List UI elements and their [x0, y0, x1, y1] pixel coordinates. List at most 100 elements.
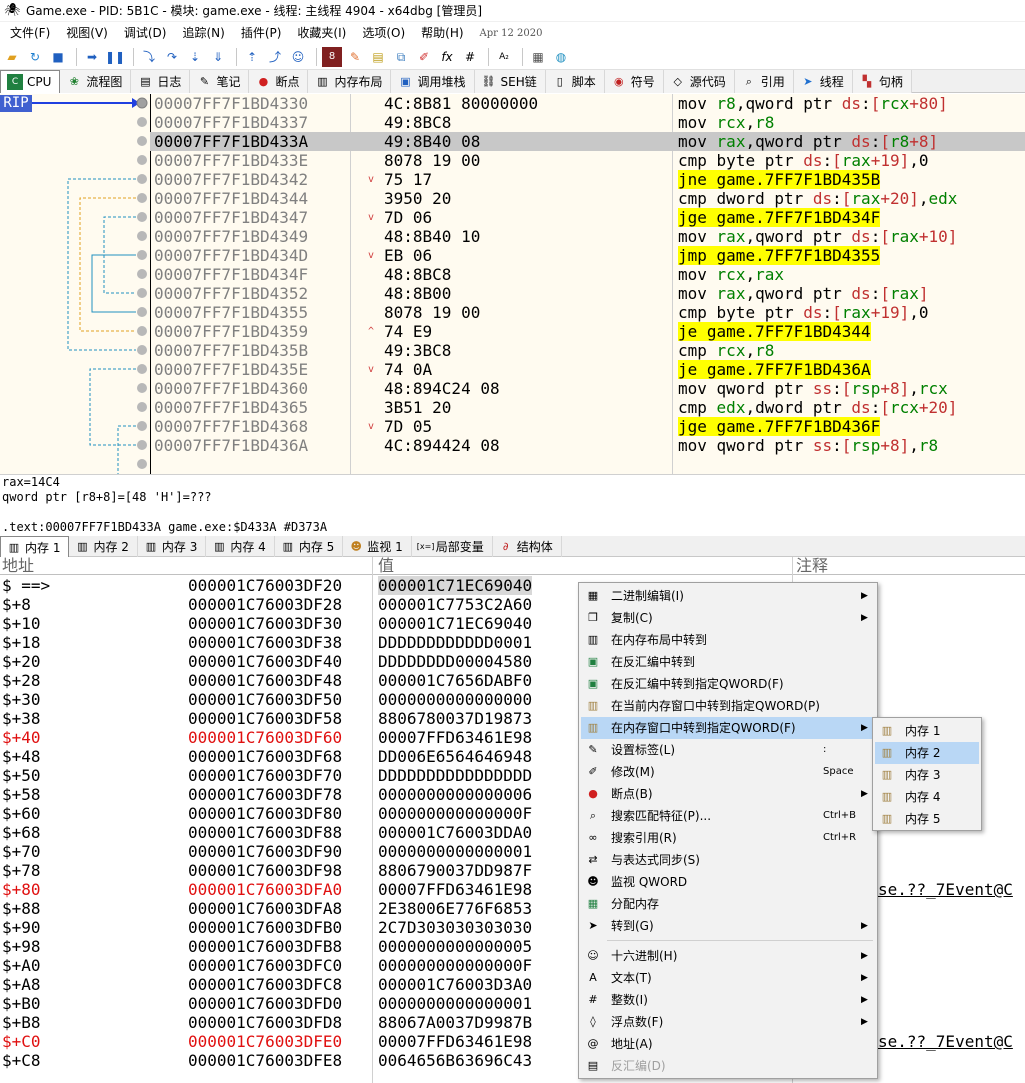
tab-memory-1[interactable]: ▥ 内存 1 — [0, 536, 70, 557]
restart-icon[interactable]: ↻ — [25, 47, 45, 67]
context-menu-item[interactable]: ▥ 在当前内存窗口中转到指定QWORD(P) — [581, 695, 875, 717]
disasm-row[interactable]: 00007FF7F1BD4368 v 7D 05 jge game.7FF7F1BD4… — [150, 417, 1025, 436]
tab-cpu[interactable]: C CPU — [0, 70, 61, 93]
disasm-row[interactable]: 00007FF7F1BD4349 48:8B40 10 mov rax,qword … — [150, 227, 1025, 246]
menu-bar: 文件(F) 视图(V) 调试(D) 追踪(N) 插件(P) 收藏夹(I) 选项(… — [0, 22, 1025, 44]
tab-callstack[interactable]: ▣ 调用堆栈 — [391, 70, 475, 93]
context-menu-item[interactable]: ▥ 在内存窗口中转到指定QWORD(F) ▶ — [581, 717, 875, 739]
disasm-row[interactable]: 00007FF7F1BD436A 4C:894424 08 mov qword pt… — [150, 436, 1025, 455]
tab-locals[interactable]: [x=] 局部变量 — [412, 536, 493, 557]
tab-references[interactable]: ⌕ 引用 — [734, 70, 794, 93]
disasm-row[interactable]: 00007FF7F1BD4365 3B51 20 cmp edx,dword ptr… — [150, 398, 1025, 417]
calculator-icon[interactable]: ▦ — [528, 47, 548, 67]
disasm-row[interactable]: 00007FF7F1BD4337 49:8BC8 mov rcx,r8 — [150, 113, 1025, 132]
tab-graph[interactable]: ❀ 流程图 — [60, 70, 132, 93]
disasm-row[interactable]: 00007FF7F1BD434D v EB 06 jmp game.7FF7F1BD4… — [150, 246, 1025, 265]
menu-help[interactable]: 帮助(H) — [413, 22, 471, 44]
submenu-item[interactable]: ▥ 内存 3 — [875, 764, 979, 786]
tab-script[interactable]: ▯ 脚本 — [545, 70, 605, 93]
menu-plugins[interactable]: 插件(P) — [233, 22, 290, 44]
submenu-item[interactable]: ▥ 内存 2 — [875, 742, 979, 764]
submenu-item[interactable]: ▥ 内存 4 — [875, 786, 979, 808]
disasm-row[interactable]: 00007FF7F1BD4344 3950 20 cmp dword ptr ds:… — [150, 189, 1025, 208]
context-menu-item[interactable]: ∞ 搜索引用(R) Ctrl+R — [581, 827, 875, 849]
disasm-row[interactable]: 00007FF7F1BD435B 49:3BC8 cmp rcx,r8 — [150, 341, 1025, 360]
tab-memory-4[interactable]: ▥ 内存 4 — [206, 536, 275, 557]
tab-handles[interactable]: ▚ 句柄 — [852, 70, 912, 93]
disasm-row[interactable]: 00007FF7F1BD435E v 74 0A je game.7FF7F1BD43… — [150, 360, 1025, 379]
context-menu-item[interactable]: ▦ 二进制编辑(I) ▶ — [581, 585, 875, 607]
disasm-row[interactable]: 00007FF7F1BD4342 v 75 17 jne game.7FF7F1BD4… — [150, 170, 1025, 189]
step-into-icon[interactable]: ⤵ — [139, 47, 159, 67]
context-menu-item[interactable]: ▣ 在反汇编中转到指定QWORD(F) — [581, 673, 875, 695]
memory-icon: ▥ — [881, 812, 893, 825]
disassembly-view[interactable]: RIP 00007FF7F1BD4330 4C:8B81 80000000 mov … — [0, 94, 1025, 474]
disasm-row[interactable]: 00007FF7F1BD433E 8078 19 00 cmp byte ptr d… — [150, 151, 1025, 170]
context-menu-item[interactable]: ▣ 在反汇编中转到 — [581, 651, 875, 673]
context-menu-item[interactable]: ✐ 修改(M) Space — [581, 761, 875, 783]
context-menu-item[interactable]: A 文本(T) ▶ — [581, 967, 875, 989]
strings-icon[interactable]: A₂ — [494, 47, 514, 67]
disasm-row[interactable]: 00007FF7F1BD4347 v 7D 06 jge game.7FF7F1BD4… — [150, 208, 1025, 227]
disasm-row[interactable]: 00007FF7F1BD434F 48:8BC8 mov rcx,rax — [150, 265, 1025, 284]
tab-breakpoints[interactable]: ● 断点 — [249, 70, 309, 93]
menu-file[interactable]: 文件(F) — [2, 22, 58, 44]
tab-memory-2[interactable]: ▥ 内存 2 — [69, 536, 138, 557]
tab-threads[interactable]: ➤ 线程 — [793, 70, 853, 93]
menu-debug[interactable]: 调试(D) — [116, 22, 175, 44]
context-menu-item[interactable]: ➤ 转到(G) ▶ — [581, 915, 875, 937]
context-menu-item[interactable]: ✎ 设置标签(L): — [581, 739, 875, 761]
step-over-icon[interactable]: ↷ — [162, 47, 182, 67]
menu-view[interactable]: 视图(V) — [58, 22, 116, 44]
context-menu-item[interactable]: ❐ 复制(C) ▶ — [581, 607, 875, 629]
tab-seh[interactable]: ⛓ SEH链 — [474, 70, 546, 93]
stop-icon[interactable]: ■ — [48, 47, 68, 67]
bookmark-icon[interactable]: ✐ — [414, 47, 434, 67]
tab-struct[interactable]: ∂ 结构体 — [493, 536, 562, 557]
trace-into-icon[interactable]: ⇣ — [185, 47, 205, 67]
context-menu-item[interactable]: @ 地址(A) — [581, 1033, 875, 1055]
globe-icon[interactable]: ◍ — [551, 47, 571, 67]
execute-till-return-icon[interactable]: ⇡ — [242, 47, 262, 67]
tab-memory-map[interactable]: ▥ 内存布局 — [308, 70, 392, 93]
submenu-item[interactable]: ▥ 内存 1 — [875, 720, 979, 742]
run-icon[interactable]: ➡ — [82, 47, 102, 67]
trace-over-icon[interactable]: ⇓ — [208, 47, 228, 67]
patch-icon[interactable]: ✎ — [345, 47, 365, 67]
disasm-row[interactable]: 00007FF7F1BD4355 8078 19 00 cmp byte ptr d… — [150, 303, 1025, 322]
open-icon[interactable]: ▰ — [2, 47, 22, 67]
disasm-row[interactable]: 00007FF7F1BD4360 48:894C24 08 mov qword pt… — [150, 379, 1025, 398]
scylla-icon[interactable]: 8 — [322, 46, 342, 67]
disasm-row[interactable]: 00007FF7F1BD4330 4C:8B81 80000000 mov r8,q… — [150, 94, 1025, 113]
tab-watch-1[interactable]: ☻ 监视 1 — [343, 536, 412, 557]
context-menu-item[interactable]: # 整数(I) ▶ — [581, 989, 875, 1011]
tab-notes[interactable]: ✎ 笔记 — [190, 70, 250, 93]
context-menu-item[interactable]: ● 断点(B) ▶ — [581, 783, 875, 805]
disasm-row[interactable]: 00007FF7F1BD433A 49:8B40 08 mov rax,qword … — [150, 132, 1025, 151]
disasm-row[interactable]: 00007FF7F1BD4352 48:8B00 mov rax,qword ptr… — [150, 284, 1025, 303]
context-menu-item[interactable]: ◊ 浮点数(F) ▶ — [581, 1011, 875, 1033]
menu-options[interactable]: 选项(O) — [354, 22, 413, 44]
tab-memory-3[interactable]: ▥ 内存 3 — [138, 536, 207, 557]
user-icon[interactable]: ☺ — [288, 47, 308, 67]
label-icon[interactable]: ⧉ — [391, 47, 411, 67]
hash-icon[interactable]: # — [460, 47, 480, 67]
tab-memory-5[interactable]: ▥ 内存 5 — [275, 536, 344, 557]
context-menu-item[interactable]: ☻ 监视 QWORD — [581, 871, 875, 893]
submenu-item[interactable]: ▥ 内存 5 — [875, 808, 979, 830]
context-menu-item[interactable]: ▥ 在内存布局中转到 — [581, 629, 875, 651]
function-icon[interactable]: fx — [437, 47, 457, 67]
context-menu-item[interactable]: ☺ 十六进制(H) ▶ — [581, 945, 875, 967]
run-to-user-code-icon[interactable]: ⤴ — [265, 47, 285, 67]
context-menu-item[interactable]: ⇄ 与表达式同步(S) — [581, 849, 875, 871]
context-menu-item[interactable]: ▦ 分配内存 — [581, 893, 875, 915]
menu-favourites[interactable]: 收藏夹(I) — [289, 22, 354, 44]
tab-log[interactable]: ▤ 日志 — [131, 70, 191, 93]
tab-source[interactable]: ◇ 源代码 — [663, 70, 735, 93]
disasm-row[interactable]: 00007FF7F1BD4359 ^ 74 E9 je game.7FF7F1BD43… — [150, 322, 1025, 341]
pause-icon[interactable]: ❚❚ — [105, 47, 125, 67]
menu-trace[interactable]: 追踪(N) — [174, 22, 232, 44]
tab-symbols[interactable]: ◉ 符号 — [604, 70, 664, 93]
context-menu-item[interactable]: ⌕ 搜索匹配特征(P)... Ctrl+B — [581, 805, 875, 827]
comment-icon[interactable]: ▤ — [368, 47, 388, 67]
